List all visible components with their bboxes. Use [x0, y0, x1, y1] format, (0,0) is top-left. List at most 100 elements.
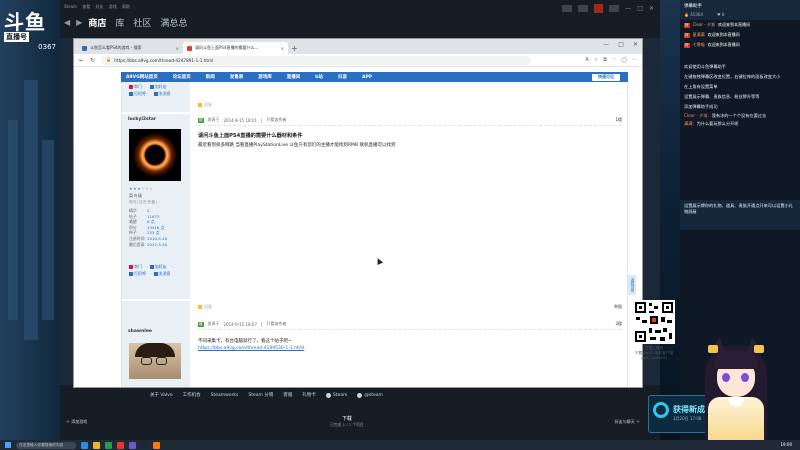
back-to-top-button[interactable]: 返回顶部	[628, 275, 636, 295]
greet-button[interactable]: 打招呼	[129, 91, 146, 97]
chat-user[interactable]: 满满：	[684, 121, 697, 126]
chat-text: 我有冰的一个个没有在要过去	[711, 113, 767, 118]
footer-steamworks[interactable]: Steamworks	[211, 392, 239, 398]
browser-close-icon[interactable]: ✕	[633, 41, 638, 48]
forward-arrow-icon[interactable]: ▶	[76, 18, 82, 27]
post1-username[interactable]: luckyl2star	[122, 114, 190, 125]
add-friend-icon	[149, 85, 154, 89]
post2-avatar[interactable]	[129, 343, 181, 379]
nav-news[interactable]: 新闻	[206, 74, 215, 80]
steam-top-right: — □ ✕	[562, 4, 654, 13]
download-status[interactable]: 下载 已完成 1 / 1 个项目	[330, 415, 364, 428]
footer-jobs[interactable]: 工作机会	[183, 392, 201, 398]
taskbar-search[interactable]: 在这里输入你要搜索的内容	[16, 441, 76, 449]
profile-icon[interactable]: ◯	[621, 57, 627, 63]
download-label: 下载	[341, 416, 352, 422]
footer-distribution[interactable]: Steam 分销	[248, 392, 273, 398]
footer-support[interactable]: 客服	[283, 392, 292, 398]
welcome-user[interactable]: 星满满	[693, 32, 705, 38]
menu-steam[interactable]: Steam	[64, 4, 77, 9]
add-friend-icon	[149, 265, 154, 269]
app-icon[interactable]	[117, 441, 124, 449]
browser-tab-forum[interactable]: 请问斗鱼上面PS4直播的需要什么... ✕	[183, 42, 288, 54]
nav-release-list[interactable]: 发售表	[230, 74, 244, 80]
nav-douyin[interactable]: 抖音	[338, 74, 347, 80]
steam-taskbar-icon[interactable]	[141, 441, 148, 449]
friends-chat-button[interactable]: 好友与聊天 ＋	[615, 419, 640, 425]
footer-gift-cards[interactable]: 礼物卡	[302, 392, 316, 398]
browser-minimize-icon[interactable]: —	[603, 41, 609, 48]
nav-forum-home[interactable]: 论坛首页	[173, 74, 191, 80]
read-aloud-icon[interactable]: A	[585, 57, 588, 63]
greet-button[interactable]: 打招呼	[129, 271, 146, 277]
greet-label: 打招呼	[134, 271, 146, 276]
add-friend-button[interactable]: 加好友	[149, 84, 167, 90]
browser-back-icon[interactable]: ←	[79, 57, 84, 64]
new-tab-icon[interactable]: +	[291, 44, 298, 53]
post2-username[interactable]: shawnlee	[122, 301, 190, 337]
browser-refresh-icon[interactable]: ↻	[90, 57, 95, 64]
tab-store[interactable]: 商店	[88, 16, 106, 29]
favorite-star-icon[interactable]: ☆	[594, 57, 598, 63]
app-icon[interactable]	[129, 441, 136, 449]
broadcast-icon[interactable]	[562, 5, 573, 12]
menu-friends[interactable]: 好友	[95, 4, 103, 9]
footer-facebook[interactable]: Steam	[325, 392, 347, 398]
menu-help[interactable]: 帮助	[122, 4, 130, 9]
add-friend-button[interactable]: 加好友	[149, 264, 167, 270]
tab-close-icon[interactable]: ✕	[176, 46, 179, 51]
minimize-icon[interactable]: —	[625, 5, 631, 12]
nav-bilibili[interactable]: b站	[315, 74, 323, 80]
post1-report-link[interactable]: 举报	[614, 304, 622, 310]
nav-a9vg-home[interactable]: A9VG网站首页	[126, 74, 158, 80]
message-button[interactable]: 发消息	[153, 91, 171, 97]
tab-profile[interactable]: 满总总	[160, 16, 187, 29]
nav-app[interactable]: APP	[362, 75, 372, 80]
chat-user[interactable]: Clear - 夕渐：	[684, 113, 712, 118]
menu-view[interactable]: 查看	[82, 4, 90, 9]
notification-icon[interactable]	[578, 5, 589, 12]
windows-start-icon[interactable]	[5, 442, 11, 448]
post1-reply-link[interactable]: 回复	[198, 304, 212, 310]
back-arrow-icon[interactable]: ◀	[64, 18, 70, 27]
post2-link[interactable]: https://bbs.a9vg.com/thread-4199530-1-1.…	[198, 346, 304, 351]
user-avatar[interactable]	[594, 4, 604, 13]
visit-button[interactable]: 串门	[129, 264, 142, 270]
tab-close-icon[interactable]: ✕	[281, 46, 284, 51]
prev-post-actions: 串门 加好友 打招呼 发消息	[122, 82, 190, 100]
add-game-button[interactable]: ＋ 添加游戏	[66, 419, 87, 425]
quick-view-button[interactable]: 快速可见	[592, 73, 620, 81]
stat-key: 最后登录	[129, 241, 145, 247]
browser-tabbar: 斗鱼怎么看PS4的游戏 - 搜索 ✕ 请问斗鱼上面PS4直播的需要什么... ✕…	[74, 39, 642, 54]
tab-community[interactable]: 社区	[133, 16, 151, 29]
tab-library[interactable]: 库	[115, 16, 124, 29]
address-bar[interactable]: 🔒 https://bbs.a9vg.com/thread-4247891-1-…	[101, 55, 532, 65]
nav-live[interactable]: 直播间	[287, 74, 301, 80]
browser-maximize-icon[interactable]: □	[618, 41, 624, 48]
message-button[interactable]: 发消息	[153, 271, 171, 277]
menu-games[interactable]: 游戏	[109, 4, 117, 9]
prev-reply-link[interactable]: 回复	[198, 102, 212, 108]
visit-button[interactable]: 串门	[129, 84, 142, 90]
post1-view-author[interactable]: 只看该作者	[266, 117, 286, 123]
file-explorer-icon[interactable]	[93, 441, 100, 449]
task-view-icon[interactable]	[81, 441, 88, 449]
welcome-user[interactable]: Clear - 夕渐	[693, 22, 715, 28]
maximize-icon[interactable]: □	[637, 5, 643, 12]
collections-icon[interactable]: ♡	[612, 57, 616, 63]
account-menu-icon[interactable]	[609, 5, 620, 12]
extensions-icon[interactable]: ⧉	[603, 57, 607, 63]
close-icon[interactable]: ✕	[649, 5, 654, 12]
footer-twitter[interactable]: @steam	[357, 392, 383, 398]
author-badge-icon: 楼	[198, 321, 204, 327]
stat-value: 2022-3-30	[147, 241, 168, 247]
edge-browser-icon[interactable]	[105, 441, 112, 449]
nav-game-db[interactable]: 游戏库	[258, 74, 272, 80]
post2-view-author[interactable]: 只看该作者	[266, 321, 286, 327]
browser-tab-search[interactable]: 斗鱼怎么看PS4的游戏 - 搜索 ✕	[78, 42, 183, 54]
welcome-user[interactable]: 七零喵	[693, 42, 705, 48]
footer-about-valve[interactable]: 关于 Valve	[150, 392, 173, 398]
more-menu-icon[interactable]: ⋯	[632, 57, 637, 63]
douyu-taskbar-icon[interactable]	[153, 441, 160, 449]
post1-avatar[interactable]	[129, 129, 181, 181]
